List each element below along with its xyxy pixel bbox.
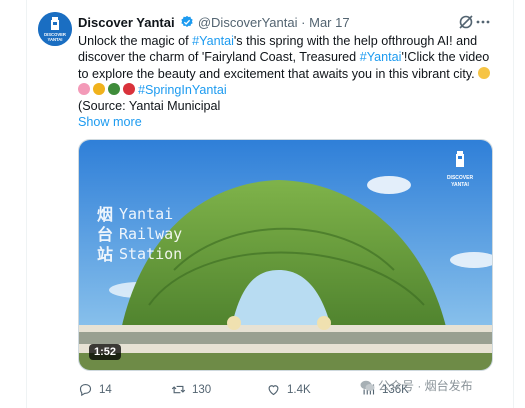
show-more-link[interactable]: Show more: [78, 114, 142, 130]
sunflower-emoji-icon: [93, 82, 105, 95]
tweet-date[interactable]: Mar 17: [309, 15, 349, 30]
reply-count: 14: [99, 383, 112, 396]
more-options-icon[interactable]: [475, 13, 491, 31]
hashtag-springinyantai[interactable]: #SpringInYantai: [138, 83, 227, 97]
rose-emoji-icon: [123, 82, 135, 95]
like-button[interactable]: 1.4K: [266, 382, 311, 397]
watermark: 公众号 · 烟台发布: [360, 377, 473, 394]
video-duration: 1:52: [89, 344, 122, 360]
account-handle[interactable]: @DiscoverYantai: [198, 15, 298, 30]
reply-icon: [79, 383, 92, 397]
avatar[interactable]: DISCOVER YANTAI: [38, 12, 72, 46]
grok-icon[interactable]: [457, 13, 475, 31]
hashtag-yantai[interactable]: #Yantai: [192, 34, 234, 48]
sun-emoji-icon: [478, 66, 491, 79]
avatar-line2: YANTAI: [48, 37, 63, 42]
account-name[interactable]: Discover Yantai: [78, 15, 175, 30]
hashtag-yantai[interactable]: #Yantai: [360, 50, 402, 64]
video-logo: DISCOVER YANTAI: [442, 150, 478, 189]
tweet-text: Unlock the magic of #Yantai's this sprin…: [78, 33, 496, 131]
avatar-logo-icon: DISCOVER YANTAI: [38, 12, 72, 46]
tulip-emoji-icon: [78, 82, 90, 95]
video-overlay-chinese: 烟台站: [97, 207, 114, 264]
repost-button[interactable]: 130: [171, 382, 211, 397]
like-icon: [268, 385, 279, 396]
tweet-paragraph-1: Unlock the magic of #Yantai's this sprin…: [78, 34, 491, 81]
repost-icon: [171, 385, 186, 394]
verified-badge-icon: [180, 15, 194, 34]
video-overlay-english: Yantai Railway Station: [119, 205, 183, 263]
tweet-paragraph-2: #SpringInYantai: [78, 82, 496, 98]
wechat-icon: [360, 380, 375, 391]
like-count: 1.4K: [287, 383, 311, 396]
lighthouse-icon: [456, 151, 464, 167]
watermark-text: 公众号 · 烟台发布: [378, 379, 473, 393]
tweet-paragraph-3: (Source: Yantai Municipal: [78, 99, 221, 114]
video-player[interactable]: 烟台站 Yantai Railway Station DISCOVER YANT…: [78, 139, 493, 371]
header-separator: ·: [301, 15, 306, 30]
tree-emoji-icon: [108, 82, 120, 95]
reply-button[interactable]: 14: [78, 382, 112, 397]
repost-count: 130: [192, 383, 212, 396]
tweet-header: Discover Yantai @DiscoverYantai · Mar 17: [78, 14, 495, 32]
